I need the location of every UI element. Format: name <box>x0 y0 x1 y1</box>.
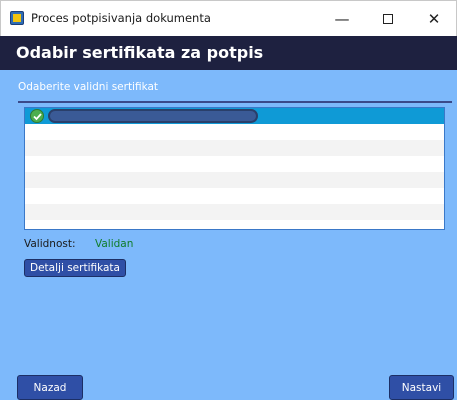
page-title: Odabir sertifikata za potpis <box>16 43 264 62</box>
window-titlebar[interactable]: Proces potpisivanja dokumenta — ✕ <box>0 0 457 36</box>
close-button[interactable]: ✕ <box>411 1 457 36</box>
app-icon <box>10 11 24 25</box>
validity-status: Validan <box>95 238 134 250</box>
list-item <box>25 188 444 204</box>
minimize-button[interactable]: — <box>319 1 365 36</box>
certificate-list[interactable] <box>24 107 445 230</box>
close-icon: ✕ <box>427 9 441 28</box>
dialog-content: Odaberite validni sertifikat Validnost: … <box>0 70 457 400</box>
list-item <box>25 204 444 220</box>
minimize-icon: — <box>334 9 350 28</box>
validity-label: Validnost: <box>24 238 76 250</box>
maximize-button[interactable] <box>365 1 411 36</box>
redacted-certificate-name <box>48 109 258 123</box>
list-item <box>25 172 444 188</box>
list-item <box>25 156 444 172</box>
next-button[interactable]: Nastavi <box>389 375 454 400</box>
section-subtitle: Odaberite validni sertifikat <box>18 81 159 93</box>
list-item <box>25 124 444 140</box>
list-item <box>25 140 444 156</box>
maximize-icon <box>383 13 393 24</box>
check-icon <box>30 109 44 123</box>
window-title: Proces potpisivanja dokumenta <box>31 11 211 25</box>
section-divider <box>18 101 452 103</box>
dialog-header: Odabir sertifikata za potpis <box>0 36 457 70</box>
certificate-details-button[interactable]: Detalji sertifikata <box>24 259 126 277</box>
certificate-row[interactable] <box>25 108 444 124</box>
back-button[interactable]: Nazad <box>17 375 83 400</box>
